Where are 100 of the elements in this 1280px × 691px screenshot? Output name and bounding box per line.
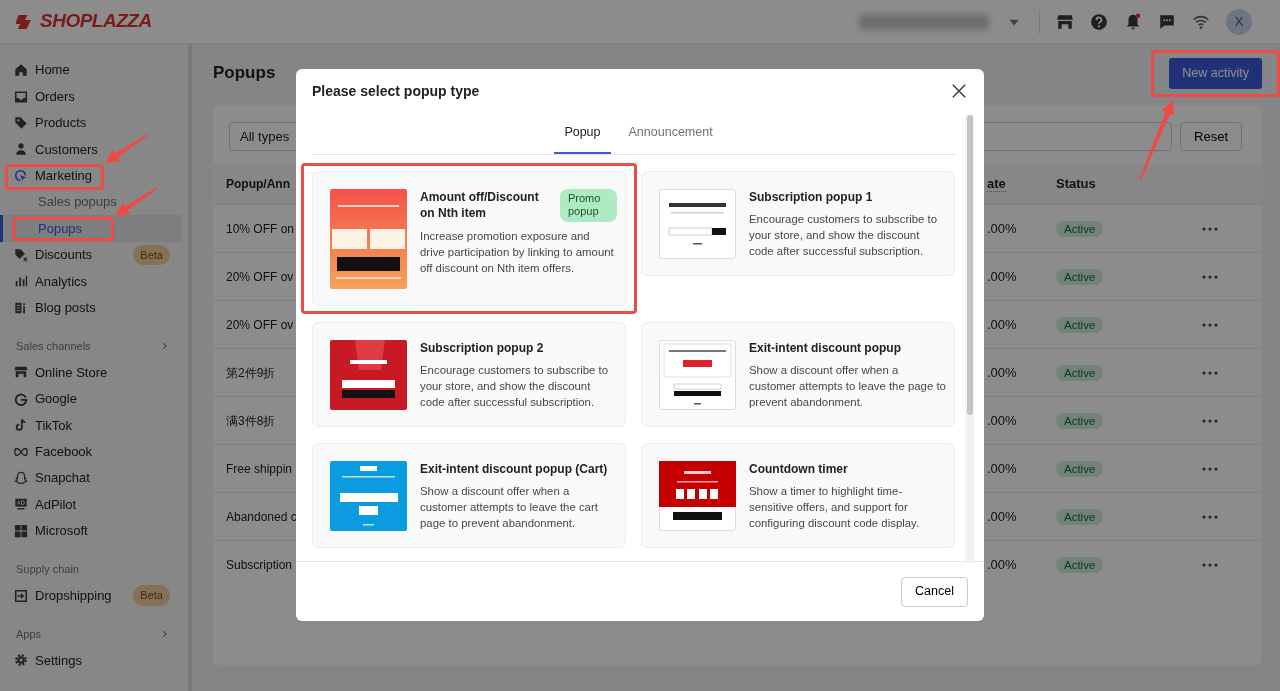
sidebar-link[interactable]: Facebook <box>35 441 93 462</box>
more-icon[interactable] <box>1202 371 1218 376</box>
reset-button[interactable]: Reset <box>1180 122 1242 151</box>
ghost-icon <box>14 471 28 486</box>
status-badge: Active <box>1056 460 1104 477</box>
bell-icon[interactable] <box>1124 12 1142 31</box>
more-icon[interactable] <box>1202 275 1218 280</box>
sidebar-link[interactable]: Home <box>35 60 70 80</box>
card-description: Encourage customers to subscribe to your store, and show the discount code after successful subscription. <box>749 212 939 259</box>
cancel-button[interactable]: Cancel <box>901 576 968 607</box>
table-cell-text: 满3件8折 <box>226 412 277 430</box>
storefront-icon <box>14 365 28 380</box>
table-cell-text: Subscription <box>226 556 294 574</box>
sidebar-link[interactable]: Orders <box>35 86 75 107</box>
card-description: Encourage customers to subscribe to your store, and show the discount code after successful subscription. <box>420 363 610 410</box>
sidebar-link[interactable]: Google <box>35 389 77 409</box>
popup-type-card[interactable]: Subscription popup 1 Encourage customers to subscribe to your store, and show the discount code after successful subscription. <box>641 171 955 276</box>
sidebar-link[interactable]: Snapchat <box>35 468 90 488</box>
four-squares-icon <box>14 523 28 538</box>
sidebar-link[interactable]: Analytics <box>35 271 88 292</box>
scrollbar-thumb[interactable] <box>966 115 973 415</box>
card-title: Subscription popup 1 <box>749 189 874 205</box>
tag-icon <box>14 115 28 130</box>
page-title: Popups <box>213 63 276 84</box>
sidebar-link[interactable]: Microsoft <box>35 521 88 541</box>
popup-type-card[interactable]: Exit-intent discount popup (Cart) Show a discount offer when a customer attempts to leave the cart page to prevent abandonment. <box>312 443 626 548</box>
card-description: Show a timer to highlight time-sensitive offers, and support for configuring discount code display. <box>749 484 921 531</box>
card-description: Show a discount offer when a customer attempts to leave the page to prevent abandonment. <box>749 363 946 410</box>
sidebar-link[interactable]: Dropshipping <box>35 585 112 606</box>
popup-type-card[interactable]: Amount off/Discount on Nth item Promo popup Increase promotion exposure and drive participation by linking to amount off discount on Nth item offers. <box>312 171 626 306</box>
table-cell-text: 20% OFF ov <box>226 316 295 334</box>
table-cell-text: .00% <box>987 459 1018 478</box>
more-icon[interactable] <box>1202 227 1218 232</box>
status-badge: Active <box>1056 316 1104 333</box>
card-title: Exit-intent discount popup (Cart) <box>420 461 609 477</box>
promo-badge: Promo popup <box>560 189 617 222</box>
sidebar-link[interactable]: Sales popups <box>38 192 117 212</box>
more-icon[interactable] <box>1202 419 1218 424</box>
section-heading: Sales channels <box>16 338 91 354</box>
more-icon[interactable] <box>1202 515 1218 520</box>
table-cell-text: Abandoned c <box>226 508 298 526</box>
table-cell-text: .00% <box>987 267 1018 286</box>
card-title: Countdown timer <box>749 461 849 477</box>
home-icon <box>14 63 28 78</box>
discount-tag-icon <box>14 247 28 262</box>
section-heading: Apps <box>16 626 42 642</box>
table-cell-text: 10% OFF on <box>226 220 296 238</box>
table-cell-text: .00% <box>987 363 1018 382</box>
table-cell-text: 20% OFF ov <box>226 268 295 286</box>
music-note-icon <box>14 418 28 433</box>
letter-g-icon <box>14 391 28 406</box>
section-heading: Supply chain <box>16 561 79 577</box>
status-badge: Active <box>1056 412 1104 429</box>
table-cell-text: .00% <box>987 555 1018 574</box>
more-icon[interactable] <box>1202 323 1218 328</box>
popup-type-card[interactable]: Exit-intent discount popup Show a discount offer when a customer attempts to leave the page to prevent abandonment. <box>641 322 955 427</box>
status-badge: Active <box>1056 508 1104 525</box>
storefront-icon[interactable] <box>1056 12 1074 31</box>
status-badge: Active <box>1056 220 1104 237</box>
column-header: ate <box>987 176 1006 193</box>
tab[interactable]: Popup <box>554 113 611 154</box>
card-title: Amount off/Discount on Nth item <box>420 189 540 221</box>
table-cell-text: .00% <box>987 219 1018 238</box>
card-title: Subscription popup 2 <box>420 340 545 356</box>
sidebar-link[interactable]: TikTok <box>35 415 73 435</box>
close-icon[interactable] <box>950 82 968 100</box>
popup-type-card[interactable]: Subscription popup 2 Encourage customers to subscribe to your store, and show the discount code after successful subscription. <box>312 322 626 427</box>
bar-chart-icon <box>14 274 28 289</box>
card-description: Increase promotion exposure and drive participation by linking to amount off discount on Nth item offers. <box>420 229 615 276</box>
help-icon[interactable] <box>1090 12 1108 31</box>
sidebar-link[interactable]: Products <box>35 113 87 133</box>
sidebar-link[interactable]: Customers <box>35 139 98 160</box>
table-cell-text: .00% <box>987 507 1018 526</box>
table-cell-text: .00% <box>987 411 1018 430</box>
chat-icon[interactable] <box>1158 12 1176 31</box>
more-icon[interactable] <box>1202 563 1218 568</box>
target-cursor-icon <box>14 168 28 183</box>
tab[interactable]: Announcement <box>628 113 713 154</box>
sidebar-link[interactable]: AdPilot <box>35 494 77 515</box>
person-icon <box>14 142 28 157</box>
sidebar-link[interactable]: Popups <box>38 218 83 239</box>
avatar[interactable]: X <box>1226 8 1252 35</box>
status-badge: Active <box>1056 364 1104 381</box>
sidebar-link[interactable]: Online Store <box>35 362 108 383</box>
settings-icon <box>14 653 28 668</box>
more-icon[interactable] <box>1202 467 1218 472</box>
beta-badge: Beta <box>133 244 170 266</box>
sidebar-link[interactable]: Blog posts <box>35 297 96 318</box>
sidebar-link[interactable]: Marketing <box>35 166 93 186</box>
document-icon <box>14 300 28 315</box>
sidebar-link[interactable]: Settings <box>35 650 82 671</box>
ad-panel-icon <box>14 497 28 512</box>
new-activity-button[interactable]: New activity <box>1169 58 1262 89</box>
popup-type-card[interactable]: Countdown timer Show a timer to highlight time-sensitive offers, and support for configuring discount code display. <box>641 443 955 548</box>
modal-title: Please select popup type <box>312 81 480 101</box>
logo-text: SHOPLAZZA <box>40 9 152 34</box>
table-cell-text: .00% <box>987 315 1018 334</box>
sidebar-link[interactable]: Discounts <box>35 245 93 265</box>
status-badge: Active <box>1056 556 1104 573</box>
card-title: Exit-intent discount popup <box>749 340 902 356</box>
